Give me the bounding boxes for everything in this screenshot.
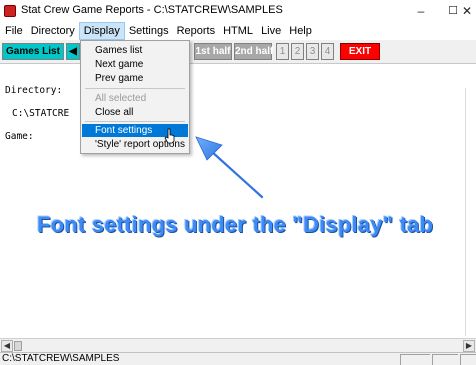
status-panel: [460, 354, 476, 365]
scroll-left-arrow-icon[interactable]: ◀: [1, 340, 13, 352]
annotation-arrow-icon: [195, 136, 264, 199]
status-path: C:\STATCREW\SAMPLES: [2, 353, 120, 364]
status-panel: [432, 354, 458, 365]
scroll-thumb[interactable]: [14, 341, 22, 351]
horizontal-scrollbar[interactable]: ◀ ▶: [0, 338, 476, 352]
annotation-caption: Font settings under the "Display" tab: [37, 212, 434, 237]
status-panel: [400, 354, 430, 365]
status-bar: C:\STATCREW\SAMPLES: [0, 352, 476, 365]
scroll-right-arrow-icon[interactable]: ▶: [463, 340, 475, 352]
